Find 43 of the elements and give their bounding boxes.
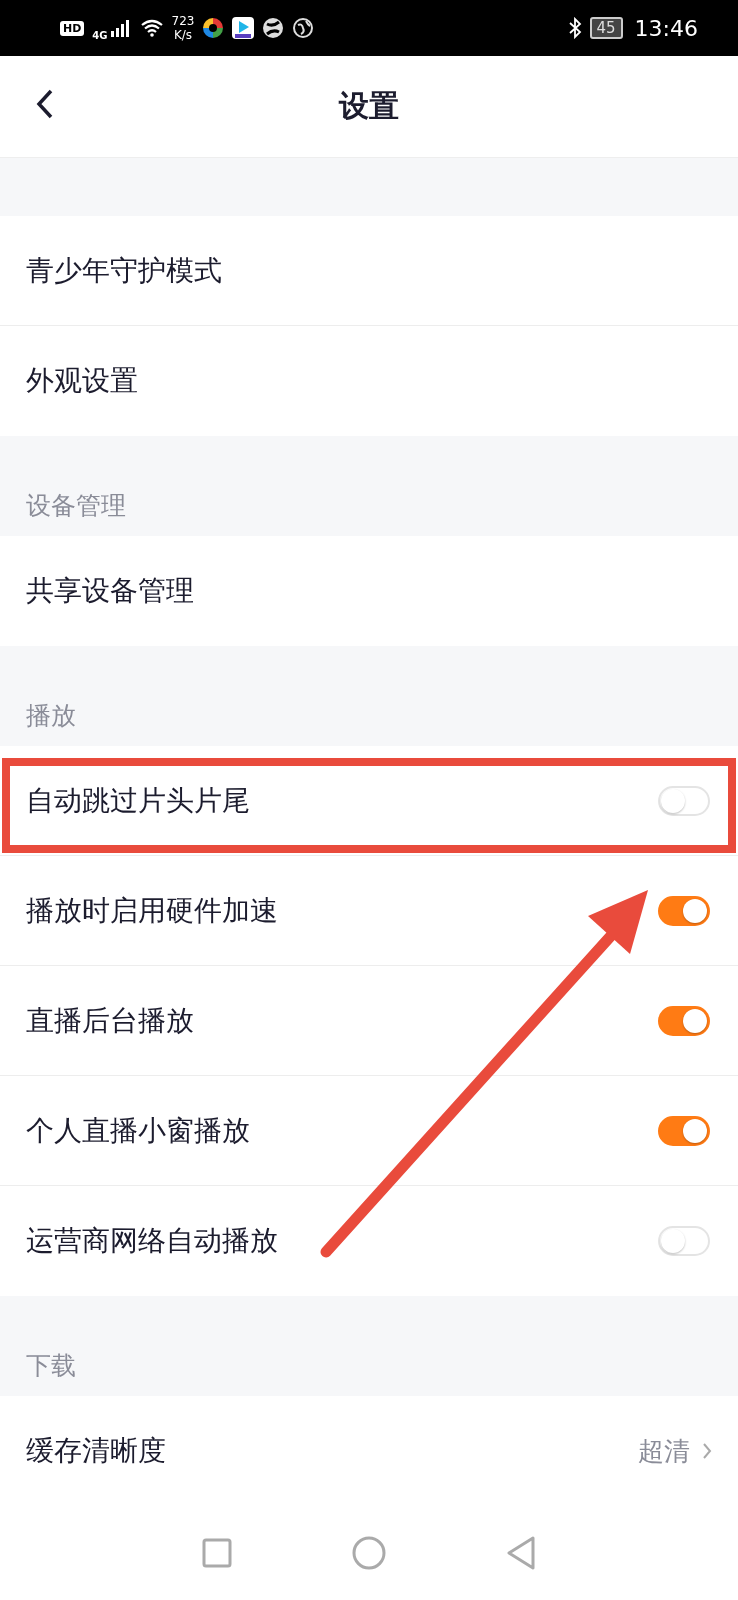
back-icon[interactable] <box>506 1536 536 1570</box>
back-button[interactable] <box>36 89 54 119</box>
section-title: 播放 <box>26 700 76 732</box>
settings-row[interactable]: 个人直播小窗播放 <box>0 1076 738 1186</box>
speed-value: 723 <box>171 14 195 28</box>
toggle-switch[interactable] <box>658 1005 710 1036</box>
app-icon <box>262 17 285 39</box>
section-title: 下载 <box>26 1350 76 1382</box>
signal-icon <box>109 19 132 37</box>
clock: 13:46 <box>634 15 698 41</box>
setting-label: 共享设备管理 <box>26 573 195 609</box>
recent-apps-icon[interactable] <box>202 1538 232 1568</box>
speed-unit: K/s <box>173 28 193 42</box>
network-label: 4G <box>92 30 108 41</box>
setting-label: 运营商网络自动播放 <box>26 1223 279 1259</box>
setting-label: 个人直播小窗播放 <box>26 1112 251 1149</box>
setting-value: 超清 <box>638 1434 690 1468</box>
toggle-switch[interactable] <box>658 1115 710 1146</box>
app-icon <box>202 17 225 39</box>
setting-label: 青少年守护模式 <box>26 252 223 289</box>
page-title: 设置 <box>339 87 399 125</box>
settings-row[interactable]: 运营商网络自动播放 <box>0 1186 738 1296</box>
settings-row[interactable]: 自动跳过片头片尾 <box>0 746 738 856</box>
video-app-icon <box>232 17 255 39</box>
settings-row[interactable]: 外观设置 <box>0 326 738 436</box>
setting-label: 外观设置 <box>26 363 139 399</box>
battery-indicator: 45 <box>589 17 623 39</box>
home-icon[interactable] <box>352 1536 386 1570</box>
section-title: 设备管理 <box>26 490 126 522</box>
settings-row[interactable]: 缓存清晰度 超清 <box>0 1396 738 1506</box>
settings-row[interactable]: 青少年守护模式 <box>0 216 738 326</box>
settings-row[interactable]: 直播后台播放 <box>0 966 738 1076</box>
hd-badge: HD <box>60 20 85 36</box>
setting-label: 播放时启用硬件加速 <box>26 892 279 929</box>
wifi-icon <box>139 19 164 37</box>
globe-icon <box>292 17 315 39</box>
setting-label: 自动跳过片头片尾 <box>26 782 251 819</box>
bluetooth-icon <box>567 17 582 39</box>
chevron-right-icon <box>702 1442 712 1460</box>
setting-label: 直播后台播放 <box>26 1002 195 1039</box>
toggle-switch[interactable] <box>658 895 710 926</box>
setting-label: 缓存清晰度 <box>26 1433 167 1469</box>
settings-row[interactable]: 共享设备管理 <box>0 536 738 646</box>
